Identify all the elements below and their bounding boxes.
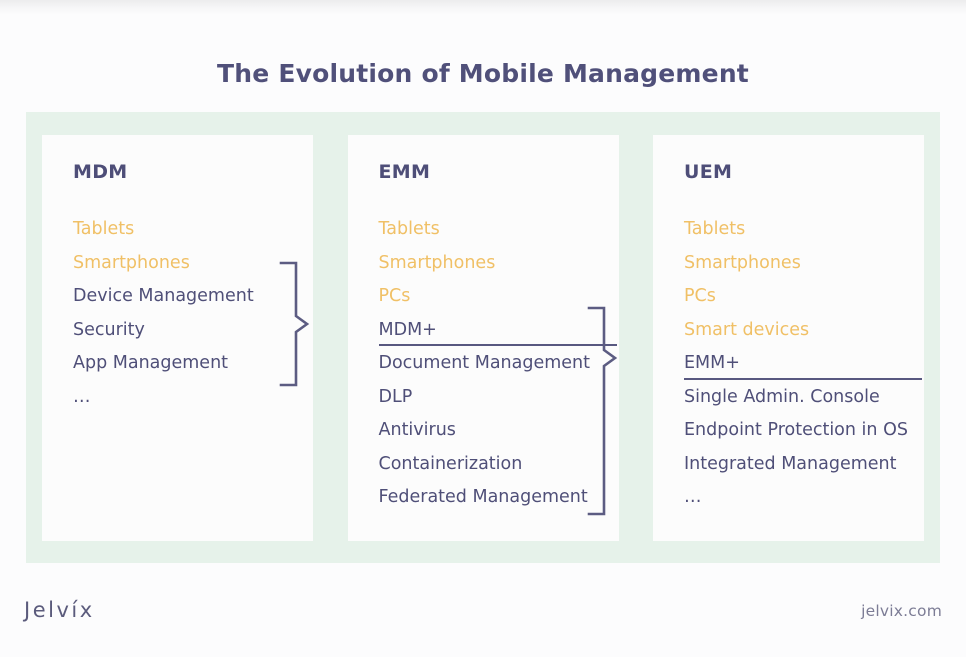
list-item: Device Management [73,286,254,306]
infographic-canvas: The Evolution of Mobile Management MDM T… [0,0,966,657]
brand-logo: Jelvíx [24,598,95,622]
list-item: Antivirus [378,420,456,440]
list-item: Tablets [73,219,135,239]
list-item: PCs [378,286,411,306]
list-item-ellipsis: … [73,386,92,407]
list-item-ellipsis: … [684,487,703,507]
column-title-mdm: MDM [73,161,128,183]
list-item: Smartphones [684,252,801,273]
list-item: Smart devices [684,319,810,340]
list-item: Smartphones [378,252,496,273]
top-gradient-strip [0,0,966,14]
list-item: App Management [73,353,229,373]
column-card-mdm: MDM Tablets Smartphones Device Managemen… [42,135,313,541]
column-title-uem: UEM [684,161,733,183]
list-item: Security [73,319,145,340]
list-item: Smartphones [73,252,190,273]
list-item: Federated Management [378,487,588,507]
list-item-inherited-group: MDM+ [378,314,619,348]
list-item: Integrated Management [684,453,897,474]
columns-container: MDM Tablets Smartphones Device Managemen… [42,135,924,541]
column-card-uem: UEM Tablets Smartphones PCs Smart device… [653,135,924,541]
item-list-mdm: Tablets Smartphones Device Management Se… [73,213,313,414]
list-item-inherited-group: EMM+ [684,347,924,381]
column-title-emm: EMM [378,161,431,183]
list-item: Containerization [378,453,523,474]
item-list-uem: Tablets Smartphones PCs Smart devices EM… [684,213,924,515]
footer-website: jelvix.com [861,602,942,620]
column-card-emm: EMM Tablets Smartphones PCs MDM+ Documen… [347,135,619,541]
page-title: The Evolution of Mobile Management [217,58,749,88]
list-item: Document Management [378,353,591,373]
list-item: Tablets [378,219,440,239]
list-item: PCs [684,286,716,306]
list-item: Tablets [684,219,746,239]
list-item: Endpoint Protection in OS [684,420,908,440]
item-list-emm: Tablets Smartphones PCs MDM+ Document Ma… [378,213,619,515]
list-item: Single Admin. Console [684,386,880,407]
list-item: DLP [378,386,413,407]
